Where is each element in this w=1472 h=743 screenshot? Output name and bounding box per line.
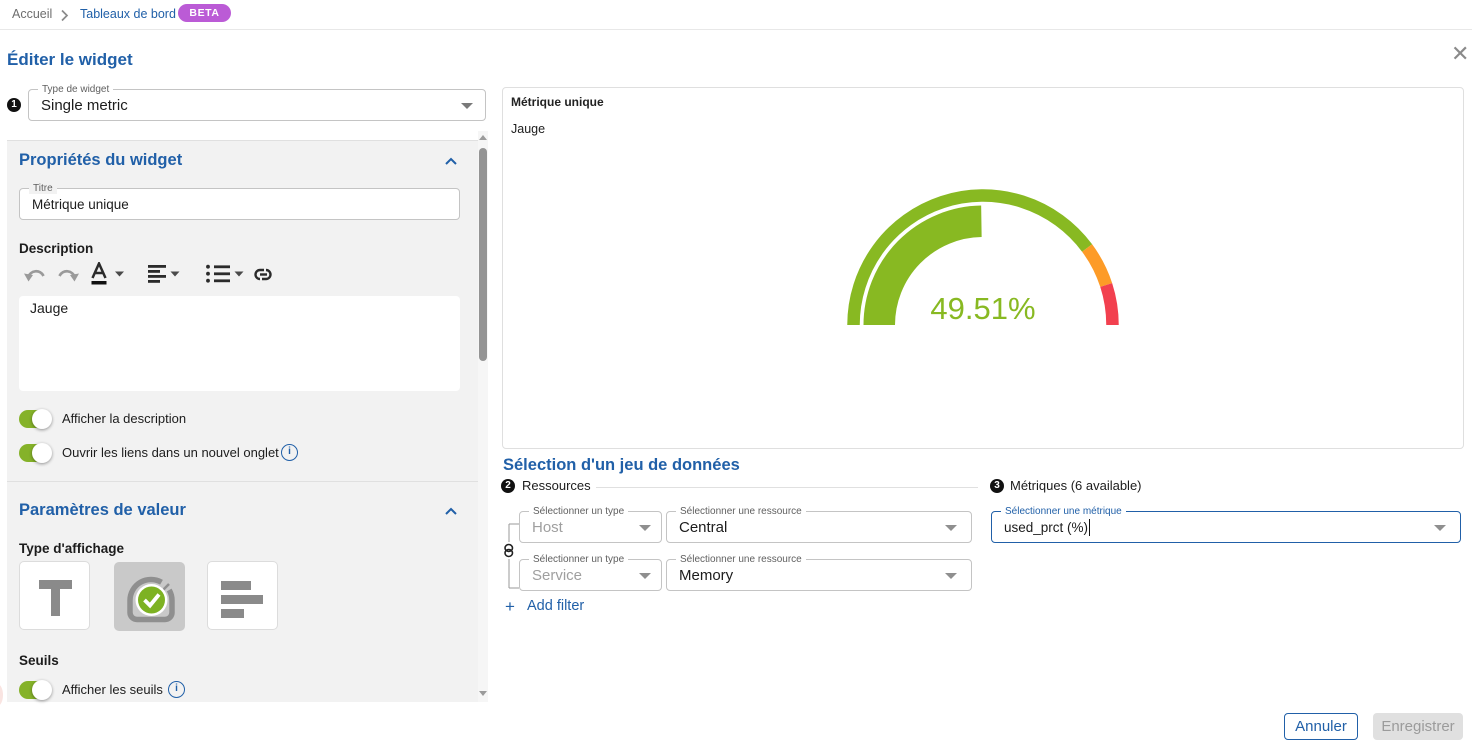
svg-text:49.51%: 49.51% xyxy=(930,291,1035,326)
